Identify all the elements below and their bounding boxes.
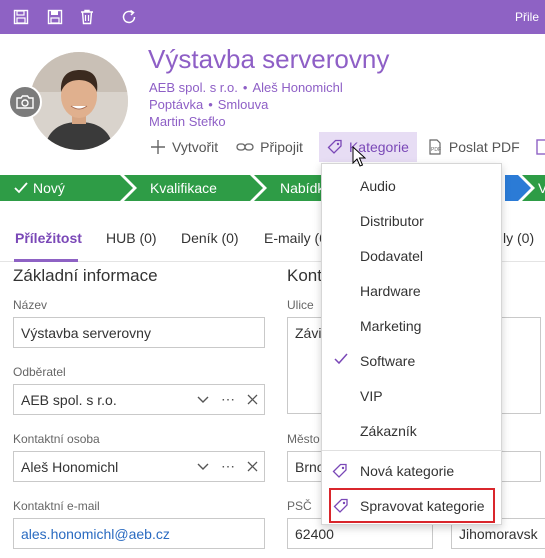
dropdown-divider: [322, 450, 503, 451]
create-label: Vytvořit: [172, 139, 219, 155]
new-category-label: Nová kategorie: [360, 462, 455, 479]
svg-text:PDF: PDF: [431, 147, 441, 153]
contact-email-value[interactable]: ales.honomichl@aeb.cz: [21, 526, 170, 542]
contact-section-title: Kont: [287, 266, 322, 285]
name-value: Výstavba serverovny: [21, 325, 151, 341]
save-close-icon[interactable]: [46, 8, 64, 26]
customer-lookup[interactable]: AEB spol. s r.o. ⋯: [13, 384, 265, 415]
record-actions: Vytvořit Připojit Kategorie PDF Poslat P…: [148, 132, 545, 162]
save-icon[interactable]: [12, 8, 30, 26]
attach-label: Připojit: [260, 139, 303, 155]
pdf-icon: PDF: [429, 139, 441, 155]
manage-categories-button[interactable]: Spravovat kategorie: [329, 488, 495, 523]
record-company-line: AEB spol. s r.o. • Aleš Honomichl: [149, 80, 343, 95]
category-item-software-label: Software: [360, 352, 416, 369]
tab-opportunity[interactable]: Příležitost: [15, 230, 82, 246]
city-input-right[interactable]: [501, 451, 541, 482]
contact-person-value: Aleš Honomichl: [21, 459, 119, 475]
category-item-customer[interactable]: Zákazník: [322, 413, 503, 448]
contact-email-field[interactable]: ales.honomichl@aeb.cz: [13, 518, 265, 549]
clear-icon[interactable]: [247, 461, 258, 472]
street-input-right[interactable]: [501, 317, 541, 414]
zip-label: PSČ: [287, 499, 312, 513]
company-link[interactable]: AEB spol. s r.o.: [149, 80, 238, 95]
toolbar-right-label[interactable]: Přile: [515, 10, 539, 24]
more-options-icon[interactable]: ⋯: [221, 391, 235, 408]
tag-icon: [327, 139, 342, 154]
category-item-software[interactable]: Software: [322, 343, 503, 378]
attach-button[interactable]: Připojit: [234, 132, 311, 162]
chevron-down-icon[interactable]: [197, 463, 209, 471]
tag-icon: [332, 463, 347, 478]
stage-offer[interactable]: Nabídk: [280, 175, 324, 201]
tab-other[interactable]: ly (0): [503, 230, 534, 246]
tag-icon: [333, 498, 348, 513]
stage-qualification[interactable]: Kvalifikace: [150, 175, 217, 201]
more-action-icon[interactable]: [536, 132, 545, 162]
street-label: Ulice: [287, 298, 314, 312]
contact-link[interactable]: Aleš Honomichl: [252, 80, 342, 95]
change-photo-button[interactable]: [8, 85, 42, 119]
stage-next[interactable]: V: [538, 175, 545, 201]
more-options-icon[interactable]: ⋯: [221, 458, 235, 475]
create-button[interactable]: Vytvořit: [148, 132, 226, 162]
record-relation: Smlouva: [217, 97, 269, 112]
new-category-button[interactable]: Nová kategorie: [322, 453, 503, 488]
category-dropdown: Audio Distributor Dodavatel Hardware Mar…: [321, 163, 503, 525]
stage-new[interactable]: Nový: [14, 175, 65, 201]
delete-icon[interactable]: [78, 8, 96, 26]
active-tab-indicator: [14, 259, 78, 262]
plus-icon: [151, 140, 165, 154]
check-icon: [334, 353, 348, 365]
clear-icon[interactable]: [247, 394, 258, 405]
region-value: Jihomoravsk: [459, 526, 538, 542]
check-icon: [14, 182, 28, 194]
link-icon: [236, 143, 254, 151]
tab-journal[interactable]: Deník (0): [181, 230, 239, 246]
basic-info-title: Základní informace: [13, 266, 158, 285]
send-pdf-label: Poslat PDF: [448, 139, 520, 155]
contact-person-label: Kontaktní osoba: [13, 432, 100, 446]
category-button[interactable]: Kategorie: [318, 132, 417, 162]
category-item-audio[interactable]: Audio: [322, 168, 503, 203]
send-pdf-button[interactable]: PDF Poslat PDF: [425, 132, 528, 162]
zip-value: 62400: [295, 526, 334, 542]
contact-person-lookup[interactable]: Aleš Honomichl ⋯: [13, 451, 265, 482]
manage-categories-label: Spravovat kategorie: [360, 497, 485, 514]
category-item-vip[interactable]: VIP: [322, 378, 503, 413]
top-toolbar: Přile: [0, 0, 545, 34]
avatar: [30, 52, 128, 150]
category-item-distributor[interactable]: Distributor: [322, 203, 503, 238]
mouse-cursor-icon: [352, 146, 366, 167]
record-title: Výstavba serverovny: [148, 44, 390, 74]
customer-label: Odběratel: [13, 365, 66, 379]
tab-emails[interactable]: E-maily (0: [264, 230, 327, 246]
stage-new-label: Nový: [33, 180, 65, 196]
category-item-supplier[interactable]: Dodavatel: [322, 238, 503, 273]
refresh-icon[interactable]: [120, 8, 138, 26]
customer-value: AEB spol. s r.o.: [21, 392, 117, 408]
record-owner[interactable]: Martin Stefko: [149, 114, 226, 129]
camera-icon: [16, 95, 34, 109]
record-type-line: Poptávka • Smlouva: [149, 97, 269, 112]
category-item-marketing[interactable]: Marketing: [322, 308, 503, 343]
record-type: Poptávka: [149, 97, 204, 112]
contact-email-label: Kontaktní e-mail: [13, 499, 100, 513]
category-item-hardware[interactable]: Hardware: [322, 273, 503, 308]
name-input[interactable]: Výstavba serverovny: [13, 317, 265, 348]
name-label: Název: [13, 298, 48, 312]
city-label: Město: [287, 432, 320, 446]
tab-hub[interactable]: HUB (0): [106, 230, 157, 246]
chevron-down-icon[interactable]: [197, 396, 209, 404]
